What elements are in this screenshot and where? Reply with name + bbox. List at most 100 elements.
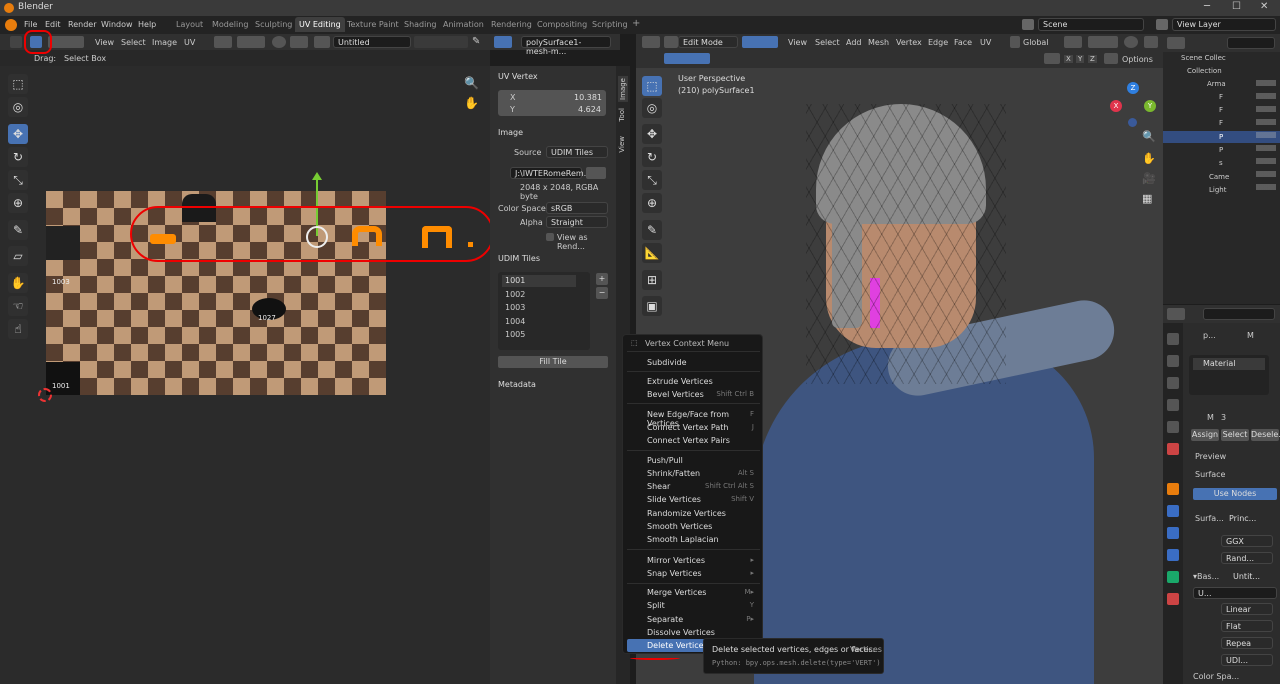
annotate-tool-icon[interactable]: ✎ [8,220,28,240]
outliner-item[interactable]: Arma [1207,80,1226,88]
menu-item-shear[interactable]: Shear [647,482,670,491]
menu-item-merge-vertices[interactable]: Merge Vertices [647,588,706,597]
zoom-icon[interactable]: 🔍 [464,76,479,90]
udim-tile-item[interactable]: 1001 [502,275,576,287]
outliner-item[interactable]: Scene Collec [1181,54,1226,62]
viewport-editor-type-icon[interactable] [642,36,660,48]
tab-tool[interactable]: Tool [618,108,626,122]
vp-cursor-tool-icon[interactable]: ◎ [642,98,662,118]
tab-compositing[interactable]: Compositing [537,20,587,29]
select-mode-icon[interactable] [742,36,778,48]
menu-item-connect-vertex-path[interactable]: Connect Vertex Path [647,423,728,432]
render-props-icon[interactable] [1167,355,1179,367]
object-props-icon[interactable] [1167,483,1179,495]
x-value-field[interactable]: 10.381 [574,93,602,102]
udim-tile-item[interactable]: 1003 [505,303,525,312]
tab-shading[interactable]: Shading [404,20,437,29]
snap-icon[interactable] [237,36,265,48]
vp-ortho-icon[interactable]: ▦ [1142,192,1152,205]
tab-modeling[interactable]: Modeling [212,20,248,29]
relax-tool-icon[interactable]: ☜ [8,296,28,316]
transform-tool-icon[interactable]: ⊕ [8,193,28,213]
properties-search-input[interactable] [1203,308,1275,320]
source-udim-dropdown[interactable]: UDI... [1221,654,1273,666]
orientation-dropdown[interactable]: Global [1023,38,1049,47]
grab-tool-icon[interactable]: ✋ [8,273,28,293]
proportional-edit-icon[interactable] [1124,36,1138,48]
file-browse-icon[interactable] [586,167,606,179]
vp-menu-view[interactable]: View [788,38,807,47]
minimize-button[interactable]: ─ [1204,1,1210,12]
pin-icon[interactable]: ✎ [472,36,480,47]
assign-button[interactable]: Assign [1191,429,1219,441]
tab-rendering[interactable]: Rendering [491,20,532,29]
mode-icon[interactable] [664,36,678,48]
menu-item-separate[interactable]: Separate [647,615,683,624]
properties-type-icon[interactable] [1167,308,1185,320]
outliner-item[interactable]: Light [1209,186,1226,194]
outliner-item[interactable]: Came [1209,173,1229,181]
menu-item-shrink-fatten[interactable]: Shrink/Fatten [647,469,700,478]
pivot-icon[interactable] [214,36,232,48]
proportional-icon[interactable] [272,36,286,48]
maximize-button[interactable]: ☐ [1232,1,1241,12]
select-tool-icon[interactable]: ⬚ [8,74,28,94]
navigation-gizmo[interactable]: Z X Y [1110,82,1156,128]
vp-measure-tool-icon[interactable]: 📐 [642,243,662,263]
gizmo-neg-z-icon[interactable] [1128,118,1137,127]
tab-image[interactable]: Image [618,76,628,102]
rip-tool-icon[interactable]: ▱ [8,246,28,266]
menu-item-extrude-vertices[interactable]: Extrude Vertices [647,377,713,386]
menu-item-push-pull[interactable]: Push/Pull [647,456,683,465]
outliner-type-icon[interactable] [1167,37,1185,49]
pinch-tool-icon[interactable]: ☝ [8,319,28,339]
menu-item-randomize-vertices[interactable]: Randomize Vertices [647,509,726,518]
vp-scale-tool-icon[interactable]: ⤡ [642,170,662,190]
image-browse-icon[interactable] [314,36,330,48]
menu-item-smooth-laplacian[interactable]: Smooth Laplacian [647,535,719,544]
tab-uv-editing[interactable]: UV Editing [295,17,345,32]
vp-menu-add[interactable]: Add [846,38,862,47]
vp-select-modes-icon[interactable] [664,53,710,64]
menu-file[interactable]: File [24,20,37,29]
menu-item-dissolve-vertices[interactable]: Dissolve Vertices [647,628,715,637]
udim-tile-item[interactable]: 1002 [505,290,525,299]
file-path-field[interactable]: J:\IWTERomeRem... [510,167,591,179]
outliner-item[interactable]: F [1219,93,1223,101]
world-props-icon[interactable] [1167,443,1179,455]
uv-menu-view[interactable]: View [95,38,114,47]
rotate-tool-icon[interactable]: ↻ [8,147,28,167]
scene-props-icon[interactable] [1167,421,1179,433]
mirror-x-toggle[interactable]: X [1064,55,1073,63]
projection-dropdown[interactable]: Flat [1221,620,1273,632]
particles-props-icon[interactable] [1167,527,1179,539]
move-tool-icon[interactable]: ✥ [8,124,28,144]
menu-item-slide-vertices[interactable]: Slide Vertices [647,495,701,504]
image-actions-icon[interactable] [414,36,468,48]
menu-item-smooth-vertices[interactable]: Smooth Vertices [647,522,712,531]
visibility-eye-icon[interactable] [1256,80,1276,194]
drag-select-box-dropdown[interactable]: Select Box [64,54,106,63]
vp-menu-select[interactable]: Select [815,38,840,47]
mode-dropdown[interactable]: Edit Mode [678,36,738,48]
gizmo-y-icon[interactable]: Y [1144,100,1156,112]
tool-props-icon[interactable] [1167,333,1179,345]
outliner-search-input[interactable] [1227,37,1275,49]
mirror-icon[interactable] [1044,53,1060,64]
blender-menu-icon[interactable] [5,19,17,31]
auto-merge-icon[interactable] [1104,53,1118,64]
menu-window[interactable]: Window [101,20,133,29]
view-layer-selector[interactable]: View Layer [1172,18,1276,31]
alpha-dropdown[interactable]: Straight [546,216,608,228]
surface-shader-field[interactable]: Princ... [1229,514,1256,523]
options-dropdown[interactable]: Options [1122,55,1153,64]
gizmo-x-icon[interactable]: X [1110,100,1122,112]
menu-item-bevel-vertices[interactable]: Bevel Vertices [647,390,704,399]
view-as-render-checkbox[interactable] [546,233,554,241]
tab-scripting[interactable]: Scripting [592,20,628,29]
vp-menu-mesh[interactable]: Mesh [868,38,889,47]
uv-menu-image[interactable]: Image [152,38,177,47]
vp-transform-tool-icon[interactable]: ⊕ [642,193,662,213]
mesh-name-field[interactable]: polySurface1-mesh-m... [521,36,611,56]
cursor-tool-icon[interactable]: ◎ [8,97,28,117]
